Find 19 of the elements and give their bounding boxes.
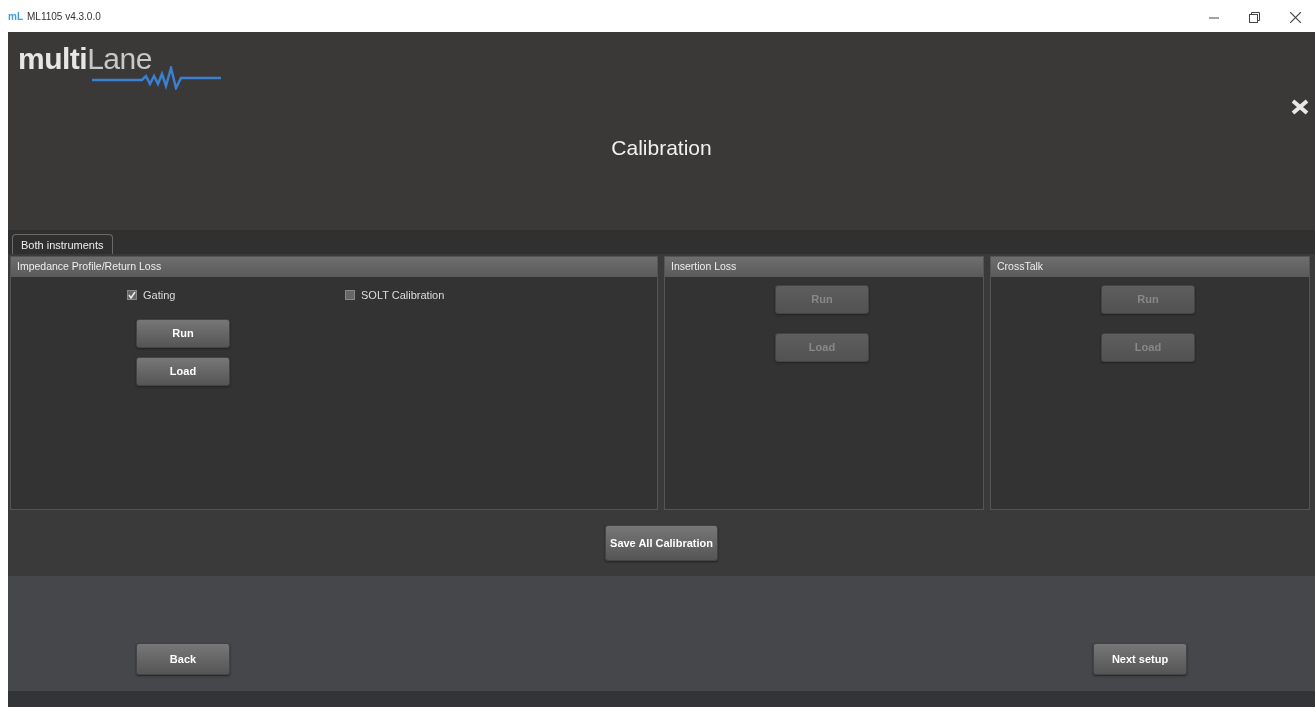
checkbox[interactable] [345,290,355,301]
checkbox-label: SOLT Calibration [361,288,445,303]
back-button[interactable]: Back [136,643,230,675]
panel-header: Insertion Loss [665,257,983,277]
save-all-calibration-button[interactable]: Save All Calibration [605,525,718,561]
panel-header: Impedance Profile/Return Loss [11,257,657,277]
page-title: Calibration [611,136,712,159]
checkbox-label: Gating [143,288,176,303]
app-icon: mL [8,8,23,24]
run-button[interactable]: Run [136,319,230,348]
logo-text: multiLane [18,41,152,77]
load-button[interactable]: Load [136,357,230,386]
window-title: ML1105 v4.3.0.0 [27,9,101,24]
tab[interactable]: Both instruments [12,234,113,254]
next-setup-button[interactable]: Next setup [1093,643,1187,675]
panel-header: CrossTalk [991,257,1309,277]
close-icon[interactable] [1290,11,1301,23]
checkbox[interactable] [127,290,137,301]
restore-icon[interactable] [1249,11,1260,23]
